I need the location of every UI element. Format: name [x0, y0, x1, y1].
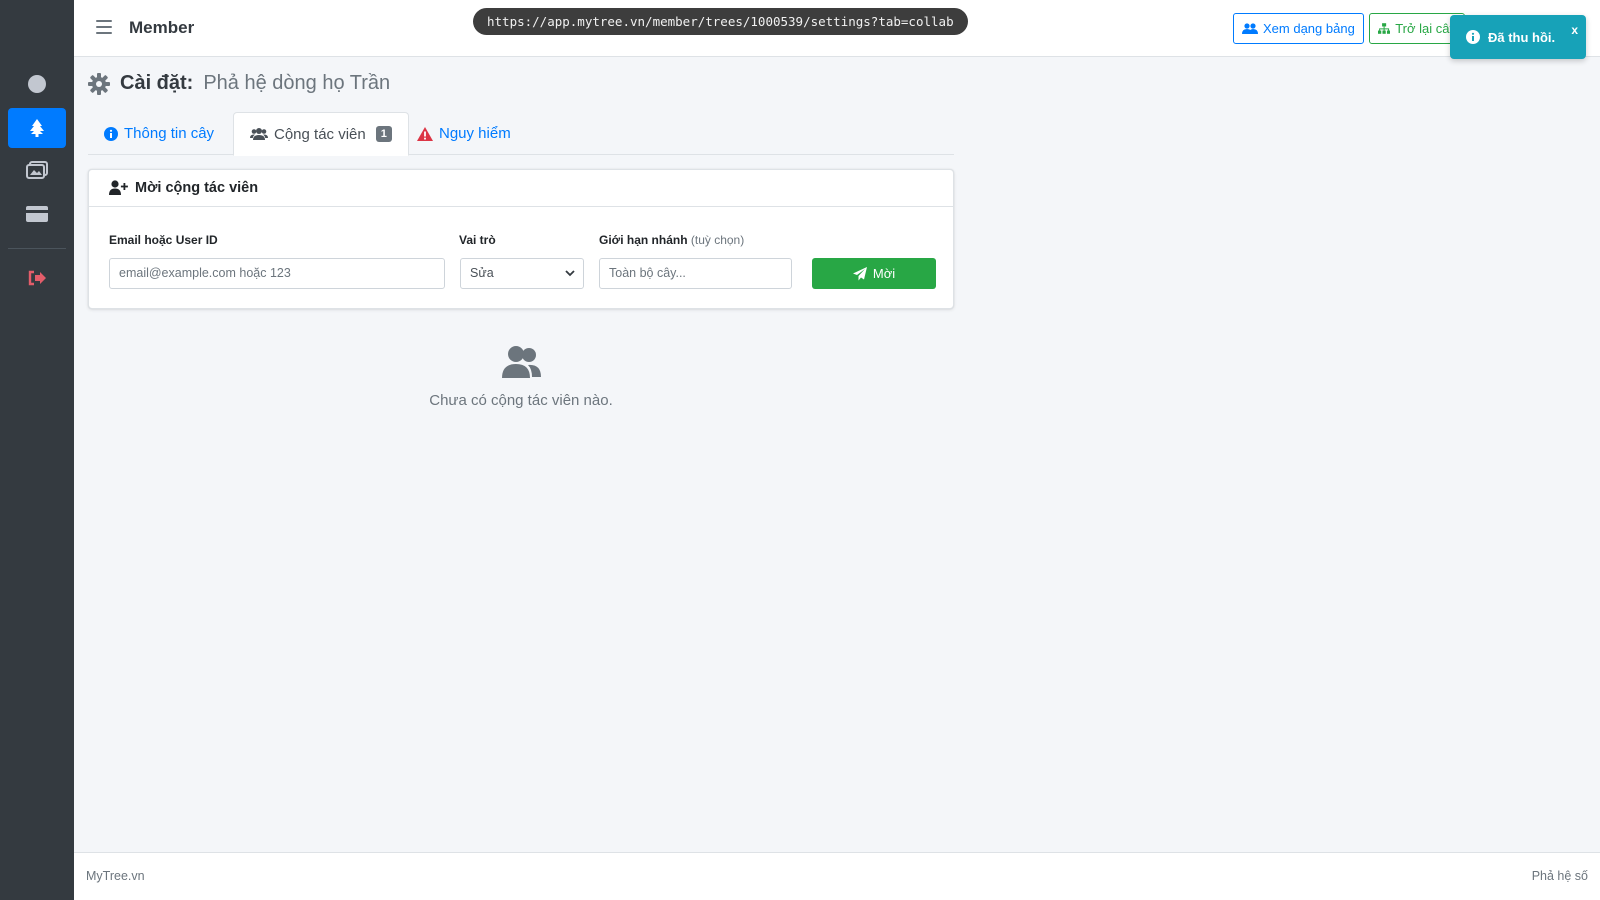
- tab-danger-label: Nguy hiểm: [439, 125, 511, 142]
- info-circle-icon: [1466, 30, 1480, 44]
- invite-card: Mời cộng tác viên Email hoặc User ID ema…: [88, 169, 954, 309]
- footer-tagline: Phả hệ số: [1531, 869, 1588, 883]
- tab-tree-info-label: Thông tin cây: [124, 125, 215, 142]
- users-icon: [250, 127, 268, 140]
- invite-card-header: Mời cộng tác viên: [89, 170, 953, 207]
- email-label: Email hoặc User ID: [109, 233, 218, 247]
- empty-state: Chưa có cộng tác viên nào.: [88, 345, 954, 409]
- sidebar-item-trees[interactable]: [8, 108, 66, 148]
- users-icon: [502, 346, 541, 378]
- role-select[interactable]: Sửa: [460, 258, 584, 289]
- role-label: Vai trò: [459, 233, 496, 247]
- page-title: Cài đặt: Phả hệ dòng họ Trần: [88, 72, 390, 95]
- user-plus-icon: [109, 180, 128, 195]
- toast-notification: Đã thu hồi. x: [1450, 15, 1586, 59]
- branch-limit-label-group: Giới hạn nhánh (tuỳ chọn): [599, 233, 744, 247]
- tree-name: Phả hệ dòng họ Trần: [203, 72, 391, 94]
- collaborator-count-badge: 1: [375, 126, 392, 142]
- email-field[interactable]: email@example.com hoặc 123: [109, 258, 445, 289]
- tab-danger[interactable]: Nguy hiểm: [401, 112, 527, 155]
- sign-out-icon: [28, 270, 46, 286]
- branch-limit-field[interactable]: Toàn bộ cây...: [599, 258, 792, 289]
- users-icon: [1242, 22, 1258, 34]
- url-overlay: https://app.mytree.vn/member/trees/10005…: [473, 8, 968, 35]
- back-to-tree-label: Trở lại cây: [1395, 21, 1456, 36]
- page-title-label: Cài đặt:: [120, 72, 194, 94]
- invite-button[interactable]: Mời: [812, 258, 936, 289]
- brand-title: Member: [129, 18, 195, 37]
- info-icon: [104, 126, 118, 141]
- table-view-button[interactable]: Xem dạng bảng: [1233, 13, 1364, 44]
- sitemap-icon: [1378, 23, 1391, 34]
- warning-icon: [417, 126, 433, 141]
- invite-button-label: Mời: [872, 266, 896, 281]
- footer-brand: MyTree.vn: [86, 869, 145, 883]
- settings-tabs: Thông tin cây Cộng tác viên 1 Nguy hiểm: [88, 112, 954, 156]
- sidebar-item-profile[interactable]: [8, 64, 66, 104]
- tab-collaborators[interactable]: Cộng tác viên 1: [233, 112, 409, 156]
- credit-card-icon: [26, 206, 48, 222]
- invite-card-title: Mời cộng tác viên: [135, 180, 259, 196]
- toast-message: Đã thu hồi.: [1488, 29, 1556, 45]
- tab-tree-info[interactable]: Thông tin cây: [88, 112, 230, 155]
- images-icon: [26, 161, 48, 179]
- sidebar-item-billing[interactable]: [8, 194, 66, 234]
- branch-limit-optional: (tuỳ chọn): [690, 233, 745, 247]
- user-circle-icon: [28, 75, 46, 93]
- tree-icon: [30, 119, 44, 137]
- paper-plane-icon: [852, 266, 867, 280]
- table-view-label: Xem dạng bảng: [1263, 21, 1355, 36]
- branch-limit-label: Giới hạn nhánh: [599, 233, 688, 247]
- sidebar-divider: [8, 248, 66, 249]
- sidebar: [0, 0, 74, 900]
- menu-toggle-icon[interactable]: [96, 20, 112, 34]
- chevron-down-icon: [565, 270, 575, 277]
- tab-collaborators-label: Cộng tác viên: [274, 125, 366, 143]
- empty-state-message: Chưa có cộng tác viên nào.: [429, 392, 613, 409]
- role-select-value: Sửa: [470, 266, 494, 280]
- gear-icon: [88, 72, 110, 95]
- footer: MyTree.vn Phả hệ số: [74, 852, 1600, 900]
- sidebar-item-photos[interactable]: [8, 150, 66, 190]
- sidebar-item-logout[interactable]: [8, 258, 66, 298]
- toast-close-button[interactable]: x: [1571, 23, 1578, 37]
